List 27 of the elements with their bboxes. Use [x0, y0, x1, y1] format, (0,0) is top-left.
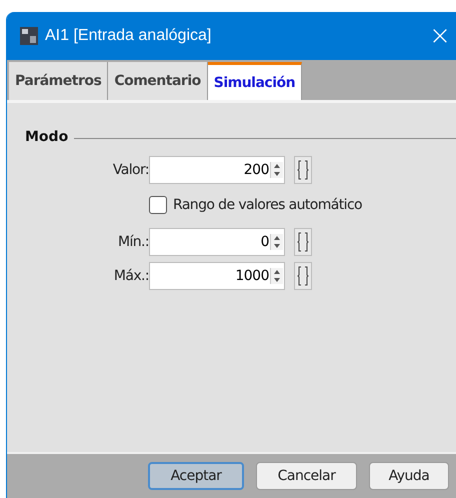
dialog-button[interactable]: Ayuda — [369, 462, 449, 490]
bracket-icon[interactable] — [294, 262, 312, 290]
logo-icon — [20, 27, 38, 45]
bracket-icon[interactable] — [294, 228, 312, 256]
tab[interactable]: Simulación — [208, 62, 302, 100]
bracket-icon[interactable] — [294, 156, 312, 184]
field-label: Valor: — [112, 162, 149, 178]
tab[interactable]: Comentario — [108, 62, 208, 100]
dialog-button[interactable]: Aceptar — [148, 462, 244, 490]
number-field[interactable]: 0 — [149, 228, 285, 256]
dialog-button[interactable]: Cancelar — [256, 462, 357, 490]
spin-down-icon[interactable] — [271, 170, 283, 178]
window-title: AI1 [Entrada analógica] — [45, 27, 212, 45]
spin-up-icon[interactable] — [271, 234, 283, 242]
field-label: Máx.: — [112, 268, 149, 284]
field-label: Mín.: — [116, 234, 149, 250]
spin-up-icon[interactable] — [271, 268, 283, 276]
number-field[interactable]: 1000 — [149, 262, 285, 290]
spin-down-icon[interactable] — [271, 276, 283, 284]
checkbox-label: Rango de valores automático — [173, 197, 362, 213]
number-field[interactable]: 200 — [149, 156, 285, 184]
spin-down-icon[interactable] — [271, 242, 283, 250]
tab[interactable]: Parámetros — [9, 62, 108, 100]
checkbox[interactable] — [149, 196, 167, 214]
spin-up-icon[interactable] — [271, 162, 283, 170]
close-button[interactable]: × — [427, 23, 456, 49]
group-title: Modo — [25, 129, 68, 145]
